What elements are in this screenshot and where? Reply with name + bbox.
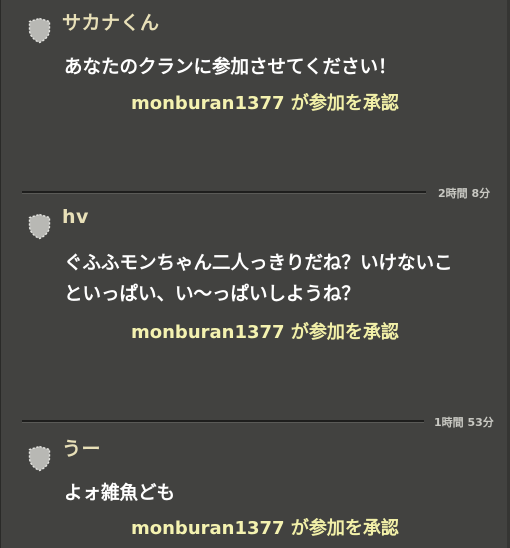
approval-notice: monburan1377 が参加を承認: [131, 89, 399, 115]
approval-text: が参加を承認: [284, 93, 399, 114]
time-divider: [22, 191, 426, 194]
post-username[interactable]: hv: [62, 206, 89, 228]
shield-icon[interactable]: [27, 17, 52, 44]
post-username[interactable]: うー: [62, 434, 101, 461]
time-divider-label: 1時間 53分: [434, 416, 494, 429]
time-divider: [22, 420, 424, 423]
approval-text: が参加を承認: [284, 322, 399, 343]
approval-text: が参加を承認: [284, 518, 399, 539]
post-message: あなたのクランに参加させてください！: [64, 57, 397, 78]
approval-member[interactable]: monburan1377: [131, 322, 285, 343]
approval-member[interactable]: monburan1377: [131, 518, 285, 539]
shield-icon[interactable]: [27, 213, 52, 240]
approval-member[interactable]: monburan1377: [131, 93, 285, 114]
post-message: よォ雑魚ども: [64, 483, 176, 504]
approval-notice: monburan1377 が参加を承認: [131, 318, 399, 344]
shield-icon[interactable]: [27, 445, 52, 472]
approval-notice: monburan1377 が参加を承認: [131, 514, 399, 540]
time-divider-label: 2時間 8分: [438, 187, 491, 200]
post-message: ぐふふモンちゃん二人っきりだね？いけないこ といっぱい、い〜っぱいしようね？: [64, 253, 453, 305]
post-username[interactable]: サカナくん: [62, 8, 160, 35]
